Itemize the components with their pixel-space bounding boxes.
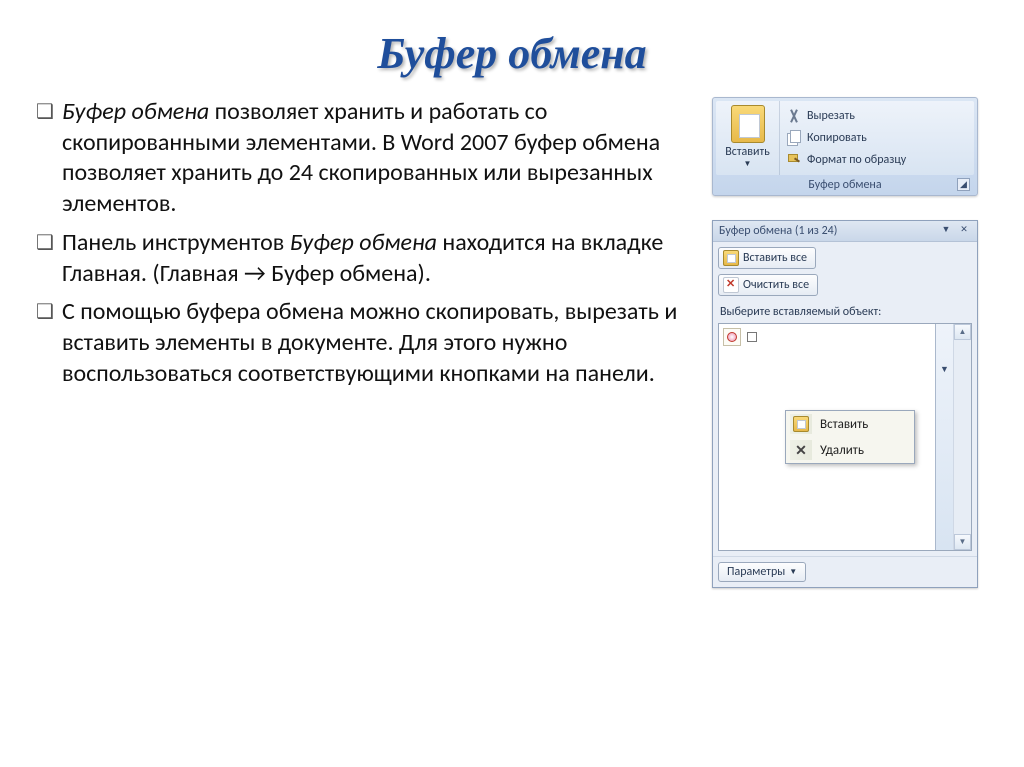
pane-title-text: Буфер обмена (1 из 24)	[719, 224, 939, 238]
format-painter-button[interactable]: Формат по образцу	[784, 149, 970, 171]
dialog-launcher-button[interactable]: ◢	[957, 178, 970, 191]
chevron-down-icon: ▼	[718, 159, 777, 169]
scroll-up-button[interactable]: ▲	[954, 324, 971, 340]
context-menu: Вставить ✕ Удалить	[785, 410, 915, 464]
pane-titlebar: Буфер обмена (1 из 24) ▼ ✕	[713, 221, 977, 242]
scissors-icon	[786, 108, 802, 124]
paste-icon	[723, 250, 739, 266]
clipboard-item[interactable]	[723, 328, 757, 346]
cut-label: Вырезать	[807, 109, 855, 123]
text-column: ❑ Буфер обмена позволяет хранить и работ…	[36, 97, 712, 588]
context-paste-item[interactable]: Вставить	[786, 411, 914, 437]
page-title: Буфер обмена	[0, 0, 1024, 97]
paste-all-label: Вставить все	[743, 251, 807, 265]
context-delete-label: Удалить	[820, 443, 864, 458]
bullet-item: ❑ С помощью буфера обмена можно скопиров…	[36, 297, 700, 389]
copy-label: Копировать	[807, 131, 867, 145]
context-delete-item[interactable]: ✕ Удалить	[786, 437, 914, 463]
parameters-label: Параметры	[727, 565, 785, 579]
clear-icon	[723, 277, 739, 293]
scroll-down-button[interactable]: ▼	[954, 534, 971, 550]
bullet-item: ❑ Панель инструментов Буфер обмена наход…	[36, 228, 700, 289]
format-label: Формат по образцу	[807, 153, 906, 167]
bullet-italic: Буфер обмена	[290, 228, 437, 257]
paste-label: Вставить	[718, 145, 777, 159]
brush-icon	[786, 152, 802, 168]
parameters-button[interactable]: Параметры ▼	[718, 562, 806, 582]
ribbon-clipboard-group: Вставить ▼ Вырезать Копировать Формат по…	[712, 97, 978, 196]
pane-menu-button[interactable]: ▼	[939, 224, 953, 238]
copy-icon	[786, 130, 802, 146]
ribbon-group-caption: Буфер обмена ◢	[716, 175, 974, 195]
context-paste-label: Вставить	[820, 417, 868, 432]
bullet-marker-icon: ❑	[36, 228, 62, 289]
scroll-track[interactable]	[954, 340, 971, 534]
bullet-text-span: Панель инструментов	[62, 228, 290, 257]
object-icon	[723, 328, 741, 346]
select-object-caption: Выберите вставляемый объект:	[720, 305, 972, 319]
chevron-down-icon: ▼	[789, 567, 797, 577]
item-dropdown-button[interactable]: ▼	[935, 324, 953, 550]
paste-icon	[731, 105, 765, 143]
object-thumb	[747, 332, 757, 342]
clipboard-pane: Буфер обмена (1 из 24) ▼ ✕ Вставить все …	[712, 220, 978, 588]
delete-icon: ✕	[795, 442, 807, 459]
scrollbar[interactable]: ▲ ▼	[953, 324, 971, 550]
clipboard-list: Вставить ✕ Удалить ▼ ▲ ▼	[718, 323, 972, 551]
paste-button[interactable]: Вставить ▼	[716, 101, 780, 175]
paste-icon	[793, 416, 809, 432]
pane-close-button[interactable]: ✕	[957, 224, 971, 238]
clear-all-button[interactable]: Очистить все	[718, 274, 818, 296]
bullet-italic: Буфер обмена	[62, 97, 209, 126]
ribbon-caption-text: Буфер обмена	[808, 178, 881, 192]
copy-button[interactable]: Копировать	[784, 127, 970, 149]
bullet-text-span: С помощью буфера обмена можно скопироват…	[62, 297, 677, 387]
paste-all-button[interactable]: Вставить все	[718, 247, 816, 269]
bullet-marker-icon: ❑	[36, 97, 62, 220]
cut-button[interactable]: Вырезать	[784, 105, 970, 127]
bullet-marker-icon: ❑	[36, 297, 62, 389]
bullet-item: ❑ Буфер обмена позволяет хранить и работ…	[36, 97, 700, 220]
clear-all-label: Очистить все	[743, 278, 809, 292]
